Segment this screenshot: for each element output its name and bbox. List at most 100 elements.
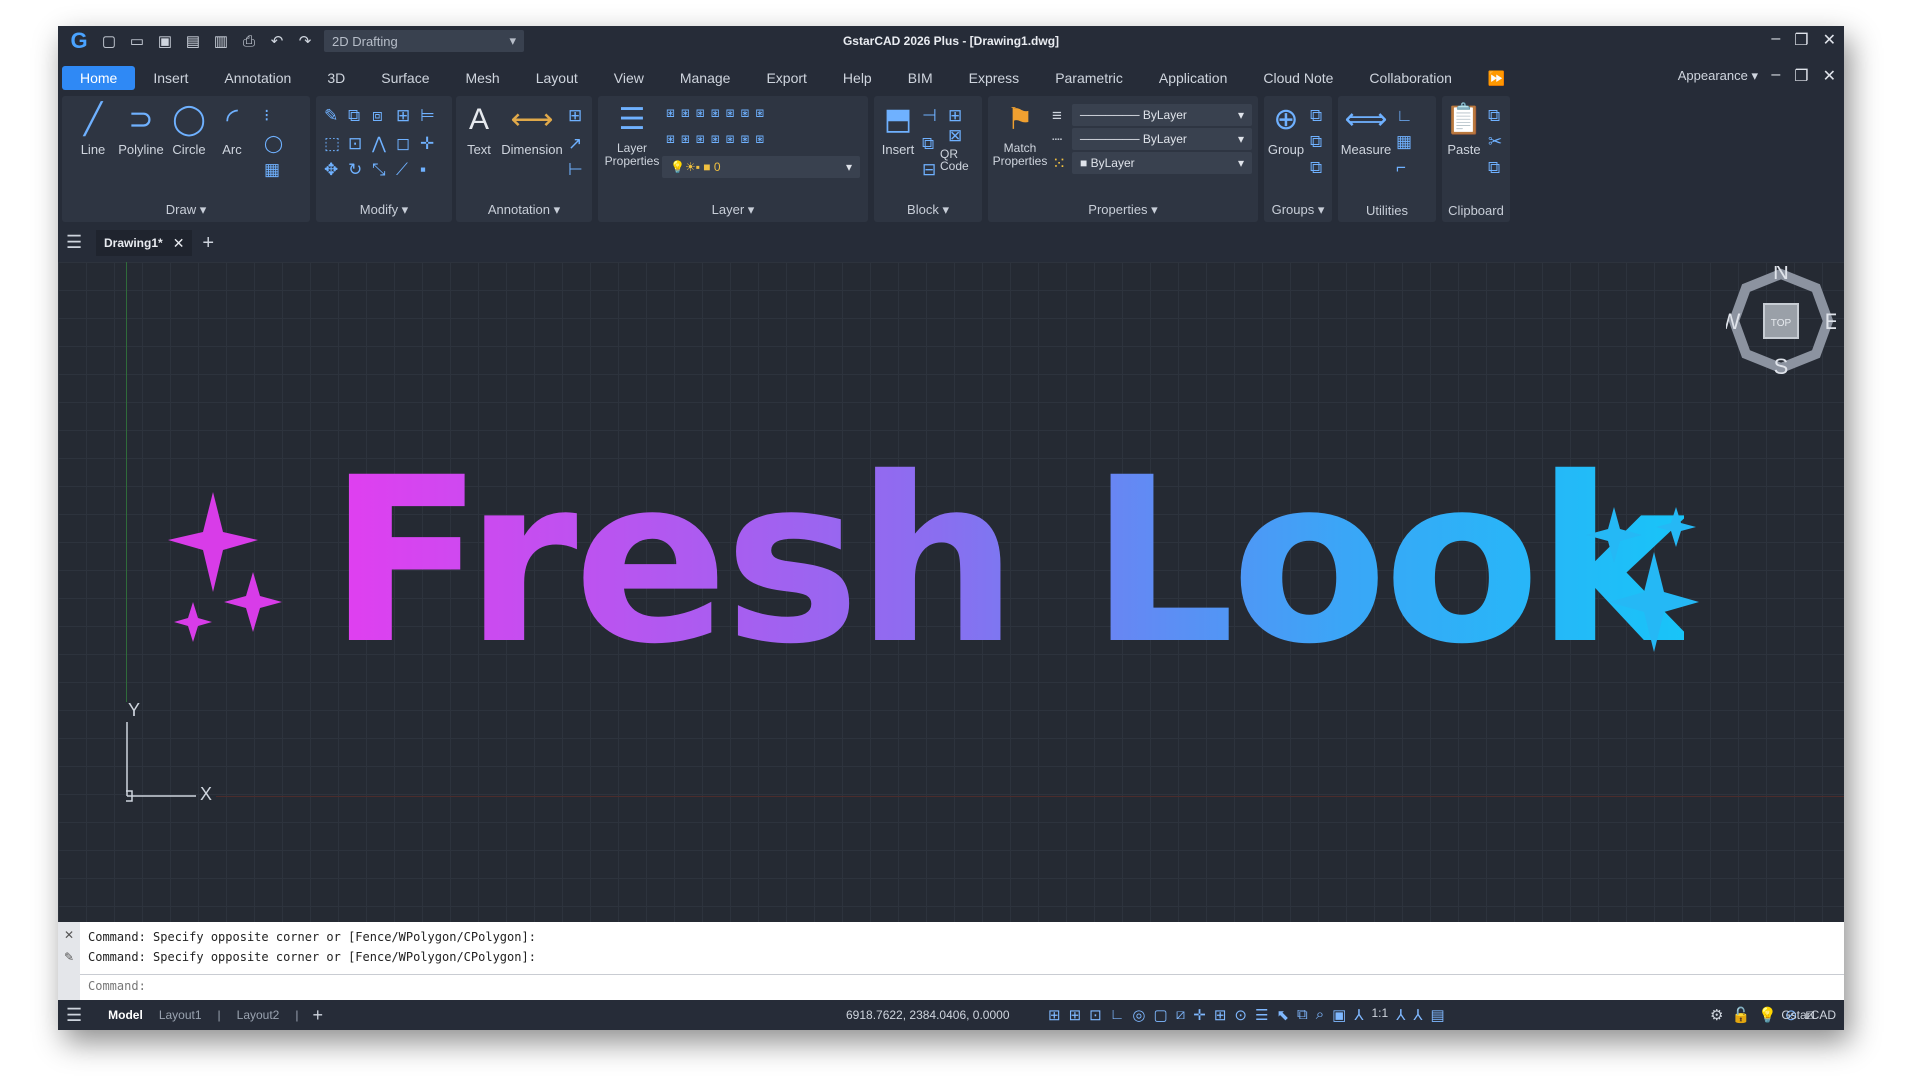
selection-cycling-icon[interactable]: ⧉ — [1297, 1006, 1308, 1024]
export-icon[interactable]: ▥ — [210, 30, 232, 52]
drawing-canvas[interactable]: Fresh Look TOP N S E W Y X — [58, 262, 1844, 922]
dynamic-ucs-icon[interactable]: ⊞ — [1214, 1006, 1227, 1024]
tab-3d[interactable]: 3D — [309, 66, 363, 90]
tab-cloud-note[interactable]: Cloud Note — [1245, 66, 1351, 90]
group-edit-icon[interactable]: ⧉ — [1310, 132, 1322, 152]
viewcube-compass[interactable]: TOP N S E W — [1726, 266, 1836, 376]
arc-tool[interactable]: ◜ Arc — [212, 102, 252, 157]
infer-icon[interactable]: ⊡ — [1089, 1006, 1102, 1024]
isodraft-icon[interactable]: ▢ — [1154, 1006, 1168, 1024]
polyline-tool[interactable]: ⊃ Polyline — [116, 102, 166, 157]
rotate-icon[interactable]: ↻ — [348, 160, 362, 180]
text-tool[interactable]: A Text — [460, 102, 498, 157]
block-edit-icon[interactable]: ⊣ — [922, 106, 937, 126]
copy-icon[interactable]: ⧉ — [348, 106, 360, 126]
tab-layout2[interactable]: Layout2 — [229, 1008, 288, 1022]
doc-minimize-icon[interactable]: – — [1771, 66, 1780, 86]
workspace-select[interactable]: 2D Drafting ▾ — [324, 30, 524, 52]
layer-panel-label[interactable]: Layer ▾ — [598, 202, 868, 218]
layer-tools-row1-icon[interactable]: ⧆⧆⧆⧆⧆⧆⧆ — [666, 104, 770, 121]
tab-view[interactable]: View — [596, 66, 662, 90]
compass-south[interactable]: S — [1774, 354, 1789, 376]
close-tab-icon[interactable]: ✕ — [173, 235, 185, 252]
fillet-icon[interactable]: ◻ — [396, 134, 410, 154]
close-command-icon[interactable]: ✕ — [64, 928, 74, 942]
compass-north[interactable]: N — [1773, 266, 1789, 284]
settings-gear-icon[interactable]: ⚙ — [1710, 1006, 1723, 1024]
tab-help[interactable]: Help — [825, 66, 890, 90]
auto-scale-icon[interactable]: ⅄ — [1396, 1006, 1405, 1024]
osnap-track-icon[interactable]: ⧄ — [1176, 1006, 1186, 1024]
add-layout-icon[interactable]: + — [312, 1005, 323, 1026]
layer-select[interactable]: 💡☀▪ ■ 0 ▾ — [662, 156, 860, 178]
command-settings-icon[interactable]: ✎ — [64, 950, 74, 964]
command-input[interactable]: Command: — [88, 979, 146, 993]
tab-layout1[interactable]: Layout1 — [151, 1008, 210, 1022]
move-icon[interactable]: ✥ — [324, 160, 338, 180]
calculator-icon[interactable]: ▦ — [1396, 132, 1412, 152]
layer-tools-row2-icon[interactable]: ⧆⧆⧆⧆⧆⧆⧆ — [666, 130, 770, 147]
compass-east[interactable]: E — [1825, 309, 1836, 334]
circle-tool[interactable]: ◯ Circle — [168, 102, 210, 157]
group-tool[interactable]: ⊕ Group — [1266, 102, 1306, 157]
copy-clip-icon[interactable]: ⧉ — [1488, 106, 1500, 126]
layer-properties-tool[interactable]: ☰ Layer Properties — [602, 102, 662, 168]
copy-base-icon[interactable]: ⧉ — [1488, 158, 1500, 178]
tab-insert[interactable]: Insert — [135, 66, 206, 90]
print-icon[interactable]: ⎙ — [238, 30, 260, 52]
app-logo-icon[interactable]: G — [66, 28, 92, 53]
erase-icon[interactable]: ✎ — [324, 106, 338, 126]
appearance-menu[interactable]: Appearance ▾ — [1678, 68, 1758, 84]
undo-icon[interactable]: ↶ — [266, 30, 288, 52]
ungroup-icon[interactable]: ⧉ — [1310, 106, 1322, 126]
lock-icon[interactable]: 🔓 — [1731, 1006, 1750, 1024]
tab-mesh[interactable]: Mesh — [447, 66, 517, 90]
block-attr-icon[interactable]: ⊟ — [922, 160, 936, 180]
offset-icon[interactable]: ⋀ — [372, 134, 386, 154]
groups-panel-label[interactable]: Groups ▾ — [1264, 202, 1332, 218]
annotation-visibility-icon[interactable]: ⅄ — [1354, 1006, 1363, 1024]
hamburger-menu-icon[interactable]: ☰ — [66, 232, 82, 253]
tab-bim[interactable]: BIM — [890, 66, 951, 90]
save-icon[interactable]: ▣ — [154, 30, 176, 52]
tab-express[interactable]: Express — [951, 66, 1038, 90]
trim-icon[interactable]: ⤡ — [372, 160, 386, 180]
group-select-icon[interactable]: ⧉ — [1310, 158, 1322, 178]
headline-text[interactable]: Fresh Look — [328, 447, 1688, 675]
modify-panel-label[interactable]: Modify ▾ — [316, 202, 452, 218]
hardware-accel-icon[interactable]: 💡 — [1758, 1006, 1777, 1024]
qr-icon[interactable]: ⊞ — [948, 106, 962, 126]
new-tab-icon[interactable]: + — [202, 232, 214, 255]
ellipse-icon[interactable]: ◯ — [264, 134, 283, 154]
point-icon[interactable]: ⁝ — [264, 106, 269, 126]
grid-icon[interactable]: ⊞ — [1048, 1006, 1061, 1024]
properties-panel-label[interactable]: Properties ▾ — [988, 202, 1258, 218]
doc-close-icon[interactable]: ✕ — [1823, 66, 1836, 86]
restore-icon[interactable]: ❐ — [1794, 30, 1808, 50]
dimension-tool[interactable]: ⟷ Dimension — [500, 102, 564, 157]
brand-label[interactable]: GstarCAD — [1781, 1008, 1836, 1022]
leader-icon[interactable]: ↗ — [568, 134, 582, 154]
tab-model[interactable]: Model — [100, 1008, 151, 1022]
tab-export[interactable]: Export — [748, 66, 824, 90]
minimize-icon[interactable]: – — [1771, 30, 1780, 50]
line-tool[interactable]: ╱ Line — [70, 102, 116, 157]
tab-annotation[interactable]: Annotation — [206, 66, 309, 90]
doc-restore-icon[interactable]: ❐ — [1794, 66, 1808, 86]
qr2-icon[interactable]: ⊠ — [948, 126, 962, 146]
dim-linear-icon[interactable]: ⊢ — [568, 160, 583, 180]
tab-collaboration[interactable]: Collaboration — [1351, 66, 1470, 90]
match-properties-tool[interactable]: ⚑ Match Properties — [992, 102, 1048, 168]
dynamic-input-icon[interactable]: ⊙ — [1234, 1006, 1247, 1024]
new-file-icon[interactable]: ▢ — [98, 30, 120, 52]
annotation-scale[interactable]: 1:1 — [1372, 1006, 1389, 1024]
array-icon[interactable]: ⊞ — [396, 106, 410, 126]
block-panel-label[interactable]: Block ▾ — [874, 202, 982, 218]
close-icon[interactable]: ✕ — [1823, 30, 1836, 50]
align-icon[interactable]: ⊨ — [420, 106, 435, 126]
layout-menu-icon[interactable]: ☰ — [66, 1005, 82, 1026]
more-tabs-icon[interactable]: ⏩ — [1470, 66, 1523, 90]
block-define-icon[interactable]: ⧉ — [922, 134, 934, 154]
annotation-scale-icon[interactable]: ⅄ — [1413, 1006, 1422, 1024]
open-file-icon[interactable]: ▭ — [126, 30, 148, 52]
